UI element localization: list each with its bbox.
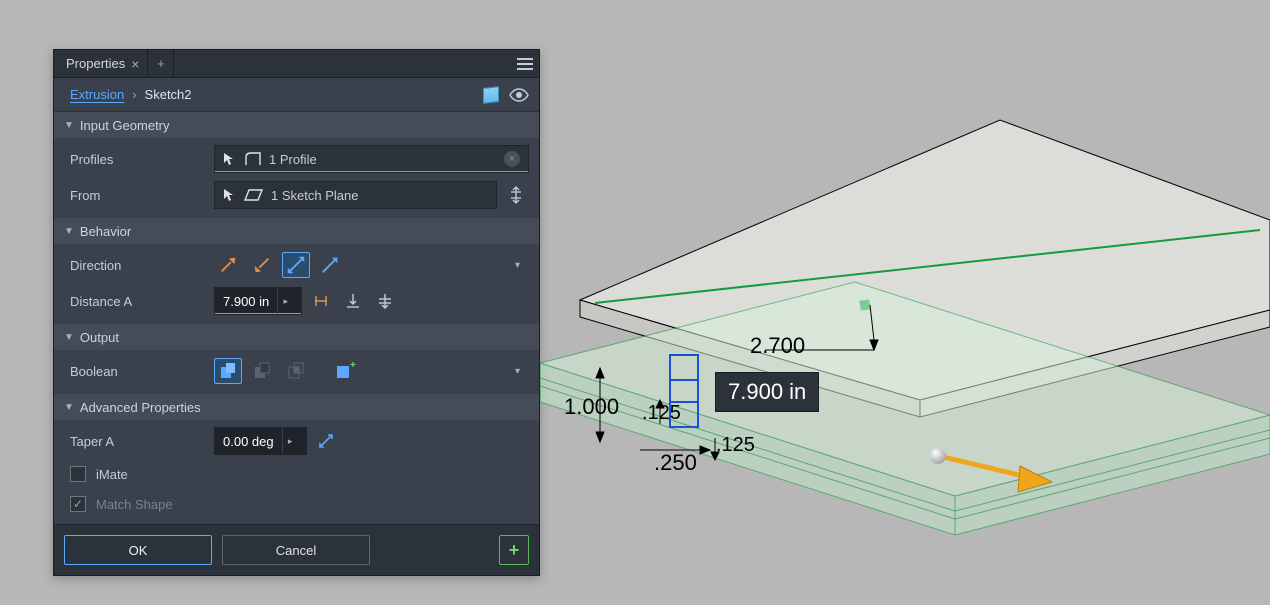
solid-preview-icon[interactable] xyxy=(483,86,499,104)
row-boolean: Boolean + ▾ xyxy=(64,356,529,386)
cancel-button[interactable]: Cancel xyxy=(222,535,370,565)
panel-footer: OK Cancel + xyxy=(54,524,539,575)
boolean-label: Boolean xyxy=(64,364,204,379)
profile-icon xyxy=(245,152,261,166)
row-taper: Taper A 0.00 deg ▸ xyxy=(64,426,529,456)
section-label: Behavior xyxy=(80,224,131,239)
section-body-advanced: Taper A 0.00 deg ▸ iMate Match Shape xyxy=(54,420,539,524)
row-direction: Direction ▾ xyxy=(64,250,529,280)
spinner-icon[interactable]: ▸ xyxy=(277,288,293,314)
properties-panel: Properties × + Extrusion › Sketch2 ▼ Inp… xyxy=(53,49,540,576)
close-icon[interactable]: × xyxy=(131,56,139,72)
from-offset-button[interactable] xyxy=(503,181,529,209)
row-imate: iMate xyxy=(64,462,529,486)
distance-through-button[interactable] xyxy=(372,287,398,315)
distance-to-button[interactable] xyxy=(340,287,366,315)
plane-icon xyxy=(245,189,263,201)
row-match-shape: Match Shape xyxy=(64,492,529,516)
chevron-right-icon: › xyxy=(132,87,136,102)
through-all-icon xyxy=(377,292,393,310)
dim-250: .250 xyxy=(654,450,697,476)
tab-label: Properties xyxy=(66,56,125,71)
tab-bar: Properties × + xyxy=(54,50,539,78)
model-geometry xyxy=(540,0,1270,605)
direction-strip: ▾ xyxy=(214,250,529,280)
visibility-icon[interactable] xyxy=(509,88,529,102)
distance-a-label: Distance A xyxy=(64,294,204,309)
taper-flip-button[interactable] xyxy=(313,427,339,455)
chevron-down-icon: ▼ xyxy=(64,332,74,343)
chevron-down-icon: ▼ xyxy=(64,120,74,131)
imate-label: iMate xyxy=(96,467,128,482)
section-body-input-geometry: Profiles 1 Profile × From 1 Sketch Plane xyxy=(54,138,539,218)
taper-label: Taper A xyxy=(64,434,204,449)
section-behavior[interactable]: ▼ Behavior xyxy=(54,218,539,244)
direction-asymmetric-button[interactable] xyxy=(316,252,344,278)
cursor-icon xyxy=(223,188,237,202)
profiles-value: 1 Profile xyxy=(269,152,317,167)
boolean-cut-button[interactable] xyxy=(248,358,276,384)
row-profiles: Profiles 1 Profile × xyxy=(64,144,529,174)
section-output[interactable]: ▼ Output xyxy=(54,324,539,350)
match-shape-checkbox[interactable] xyxy=(70,496,86,512)
breadcrumb-sketch: Sketch2 xyxy=(145,87,192,102)
match-shape-label: Match Shape xyxy=(96,497,173,512)
section-label: Advanced Properties xyxy=(80,400,201,415)
offset-icon xyxy=(509,186,523,204)
boolean-intersect-button[interactable] xyxy=(282,358,310,384)
spinner-icon[interactable]: ▸ xyxy=(282,428,298,454)
boolean-strip: + ▾ xyxy=(214,356,529,386)
taper-value: 0.00 deg xyxy=(223,434,274,449)
dim-125-down: .125 xyxy=(716,434,755,457)
model-viewport[interactable]: 7.900 in 2.700 1.000 .125 .125 .250 xyxy=(540,0,1270,605)
chevron-down-icon: ▼ xyxy=(64,402,74,413)
direction-label: Direction xyxy=(64,258,204,273)
chevron-down-icon[interactable]: ▾ xyxy=(515,260,529,271)
section-advanced[interactable]: ▼ Advanced Properties xyxy=(54,394,539,420)
taper-input[interactable]: 0.00 deg ▸ xyxy=(214,427,307,455)
from-label: From xyxy=(64,188,204,203)
section-body-behavior: Direction ▾ Distance A xyxy=(54,244,539,324)
from-field[interactable]: 1 Sketch Plane xyxy=(214,181,497,209)
dim-125-up: .125 xyxy=(642,402,681,425)
breadcrumb-extrusion[interactable]: Extrusion xyxy=(70,87,124,103)
chevron-down-icon[interactable]: ▾ xyxy=(515,366,529,377)
boolean-newsolid-button[interactable]: + xyxy=(330,358,358,384)
ok-button[interactable]: OK xyxy=(64,535,212,565)
flip-taper-icon xyxy=(318,433,334,449)
to-plane-icon xyxy=(345,292,361,310)
row-from: From 1 Sketch Plane xyxy=(64,180,529,210)
distance-a-value: 7.900 in xyxy=(223,294,269,309)
section-label: Input Geometry xyxy=(80,118,170,133)
breadcrumb: Extrusion › Sketch2 xyxy=(54,78,539,112)
clear-icon[interactable]: × xyxy=(504,151,520,167)
dim-1-000: 1.000 xyxy=(564,394,619,420)
svg-text:+: + xyxy=(350,360,356,371)
profiles-label: Profiles xyxy=(64,152,204,167)
direction-default-button[interactable] xyxy=(214,252,242,278)
measure-between-icon xyxy=(313,292,329,310)
boolean-join-button[interactable] xyxy=(214,358,242,384)
row-distance-a: Distance A 7.900 in ▸ xyxy=(64,286,529,316)
menu-icon[interactable] xyxy=(511,50,539,77)
section-body-output: Boolean + ▾ xyxy=(54,350,539,394)
direction-symmetric-button[interactable] xyxy=(282,252,310,278)
add-tab-button[interactable]: + xyxy=(148,50,174,77)
direction-flipped-button[interactable] xyxy=(248,252,276,278)
tab-spacer xyxy=(174,50,511,77)
from-value: 1 Sketch Plane xyxy=(271,188,358,203)
section-label: Output xyxy=(80,330,119,345)
tab-properties[interactable]: Properties × xyxy=(54,50,148,77)
cursor-icon xyxy=(223,152,237,166)
profiles-field[interactable]: 1 Profile × xyxy=(214,145,529,173)
distance-measure-button[interactable] xyxy=(308,287,334,315)
dim-2-700: 2.700 xyxy=(750,333,805,359)
imate-checkbox[interactable] xyxy=(70,466,86,482)
distance-a-badge[interactable]: 7.900 in xyxy=(715,372,819,412)
distance-a-input[interactable]: 7.900 in ▸ xyxy=(214,287,302,315)
chevron-down-icon: ▼ xyxy=(64,226,74,237)
add-button[interactable]: + xyxy=(499,535,529,565)
section-input-geometry[interactable]: ▼ Input Geometry xyxy=(54,112,539,138)
